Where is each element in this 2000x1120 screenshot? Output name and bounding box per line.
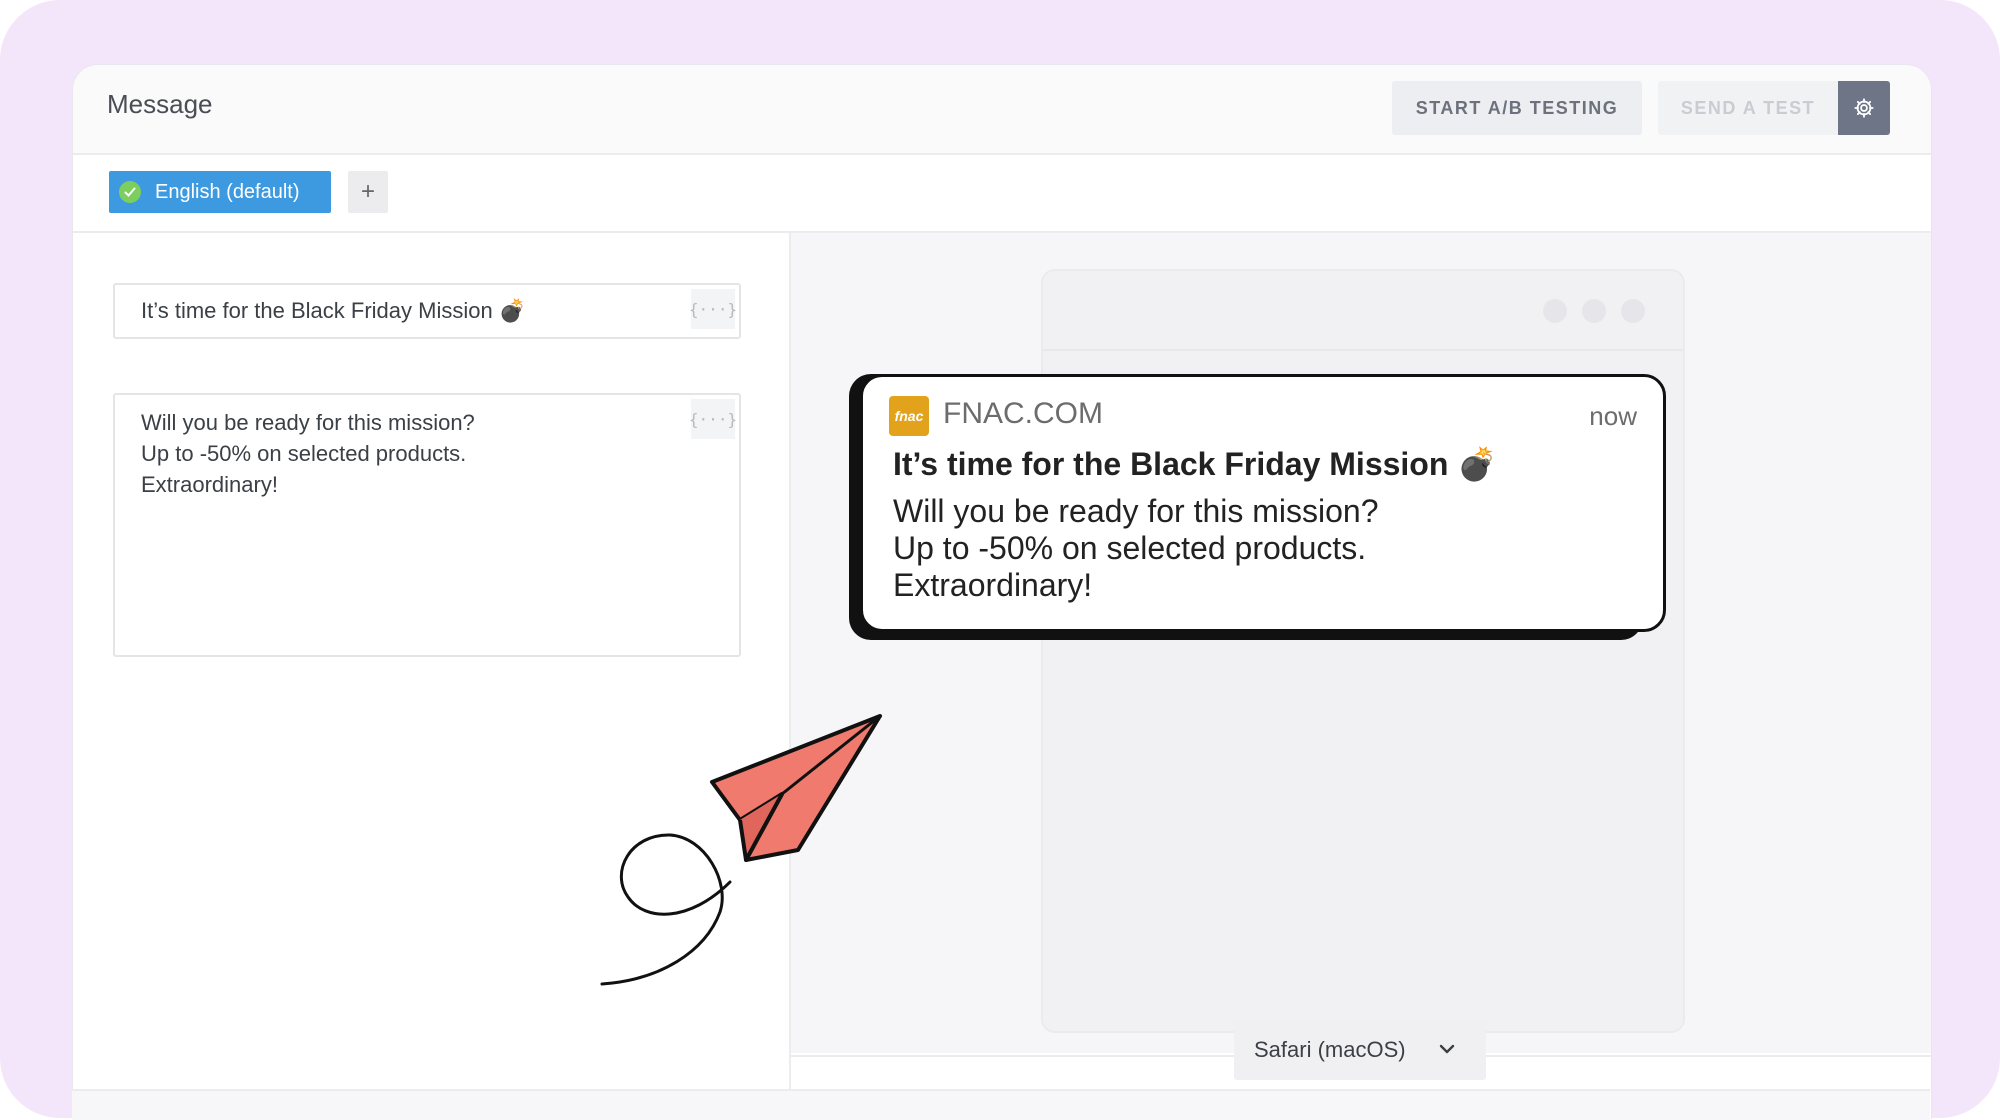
push-notification-preview: fnac FNAC.COM now It’s time for the Blac… — [860, 374, 1666, 632]
window-dot — [1621, 299, 1645, 323]
app-name: FNAC.COM — [943, 397, 1103, 430]
title-input-value: It’s time for the Black Friday Mission 💣 — [141, 298, 527, 323]
insert-variable-button[interactable]: {···} — [689, 289, 737, 329]
page-title: Message — [107, 89, 213, 119]
settings-button[interactable] — [1838, 81, 1890, 135]
send-test-button[interactable]: SEND A TEST — [1658, 81, 1838, 135]
notification-body: Will you be ready for this mission? Up t… — [893, 493, 1379, 603]
title-input[interactable]: It’s time for the Black Friday Mission 💣… — [113, 283, 741, 339]
browser-select[interactable]: Safari (macOS) — [1234, 1020, 1486, 1080]
notification-time: now — [1589, 401, 1637, 431]
body-textarea-value: Will you be ready for this mission? Up t… — [141, 410, 475, 497]
check-icon — [119, 181, 141, 203]
insert-variable-button[interactable]: {···} — [689, 399, 737, 439]
panel-footer — [72, 1089, 1930, 1120]
browser-titlebar — [1043, 271, 1683, 351]
message-header: Message START A/B TESTING SEND A TEST — [73, 65, 1931, 155]
paper-plane-illustration — [600, 714, 882, 986]
notification-title: It’s time for the Black Friday Mission 💣 — [893, 446, 1498, 482]
add-language-button[interactable]: + — [348, 171, 388, 213]
tab-label: English (default) — [155, 180, 300, 203]
browser-select-value: Safari (macOS) — [1254, 1037, 1406, 1062]
gear-icon — [1854, 98, 1874, 118]
body-textarea[interactable]: Will you be ready for this mission? Up t… — [113, 393, 741, 657]
language-bar: English (default) + — [73, 155, 1931, 233]
start-ab-testing-button[interactable]: START A/B TESTING — [1392, 81, 1642, 135]
preview-pane — [791, 233, 1931, 1053]
tab-english-default[interactable]: English (default) — [109, 171, 331, 213]
window-dot — [1543, 299, 1567, 323]
app-icon: fnac — [889, 396, 929, 436]
chevron-down-icon — [1439, 1044, 1455, 1054]
window-dot — [1582, 299, 1606, 323]
